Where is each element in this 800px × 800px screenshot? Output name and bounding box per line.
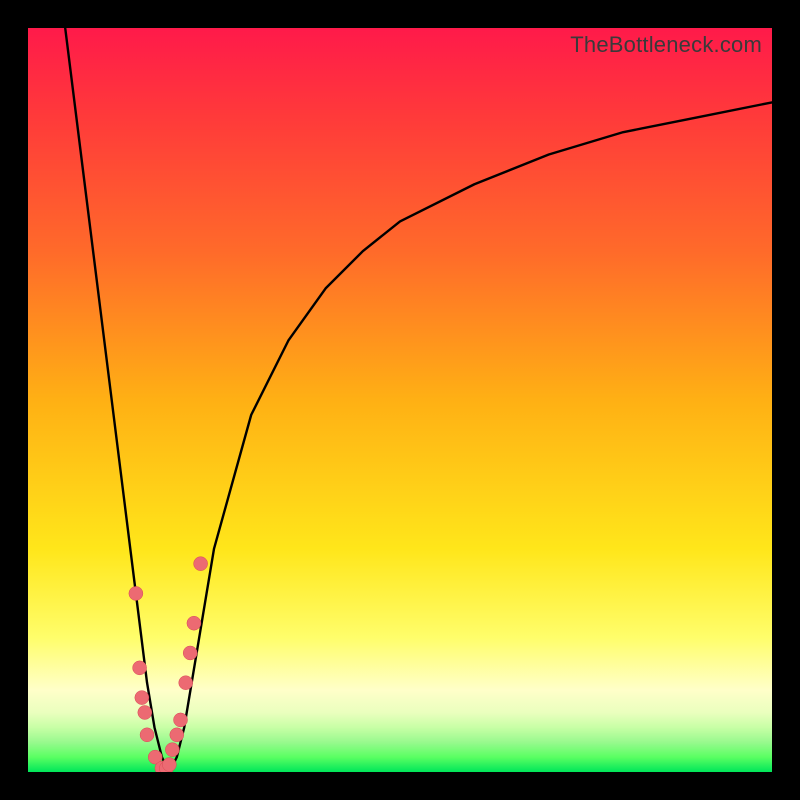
data-point [165, 743, 179, 757]
data-point [133, 661, 147, 675]
data-point [140, 728, 154, 742]
data-point [138, 705, 152, 719]
data-point [187, 616, 201, 630]
data-point [129, 586, 143, 600]
data-point [174, 713, 188, 727]
curve-path [65, 28, 772, 772]
chart-frame: TheBottleneck.com [0, 0, 800, 800]
data-point [170, 728, 184, 742]
data-point [135, 691, 149, 705]
bottleneck-curve [28, 28, 772, 772]
data-point [162, 758, 176, 772]
data-point [179, 676, 193, 690]
data-point [194, 557, 208, 571]
plot-area: TheBottleneck.com [28, 28, 772, 772]
data-point [183, 646, 197, 660]
